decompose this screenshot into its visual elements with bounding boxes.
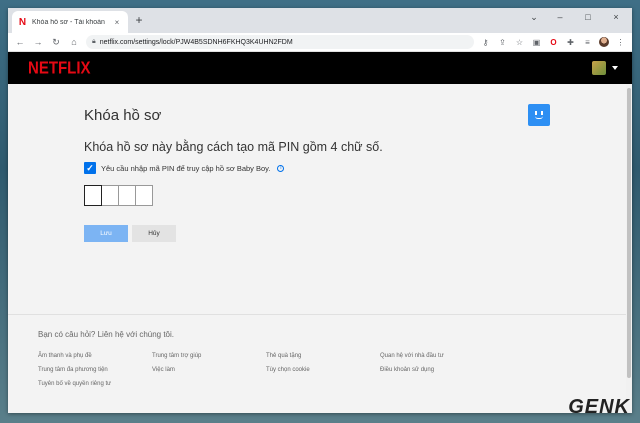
key-icon[interactable]: ⚷ xyxy=(480,38,491,47)
share-icon[interactable]: ⇪ xyxy=(497,38,508,47)
cancel-button[interactable]: Hủy xyxy=(132,225,176,242)
contact-question[interactable]: Bạn có câu hỏi? Liên hệ với chúng tôi. xyxy=(38,330,174,339)
profile-avatar[interactable] xyxy=(592,61,606,75)
netflix-favicon-icon: N xyxy=(18,16,27,28)
save-button[interactable]: Lưu xyxy=(84,225,128,242)
profile-smiley-icon xyxy=(528,104,550,126)
home-icon[interactable]: ⌂ xyxy=(68,37,80,47)
reading-list-icon[interactable]: ≡ xyxy=(582,38,593,47)
tab-strip: N Khóa hồ sơ - Tài khoản - Netflix × + ⌄… xyxy=(8,8,632,33)
footer-link-audio-subtitles[interactable]: Âm thanh và phụ đề xyxy=(38,353,152,359)
profile-lock-panel: Khóa hồ sơ Khóa hồ sơ này bằng cách tạo … xyxy=(8,84,632,314)
opera-extension-icon[interactable]: O xyxy=(548,38,559,47)
maximize-button[interactable]: □ xyxy=(576,12,600,22)
footer-link-terms-of-use[interactable]: Điều khoản sử dụng xyxy=(380,367,494,373)
footer-links: Âm thanh và phụ đề Trung tâm trợ giúp Th… xyxy=(38,353,538,387)
action-buttons: Lưu Hủy xyxy=(84,225,176,242)
forward-arrow-icon[interactable]: → xyxy=(32,37,44,47)
smiley-eye xyxy=(535,111,537,115)
back-arrow-icon[interactable]: ← xyxy=(14,37,26,47)
caret-down-icon[interactable] xyxy=(612,66,618,70)
footer-link-jobs[interactable]: Việc làm xyxy=(152,367,266,373)
lock-description: Khóa hồ sơ này bằng cách tạo mã PIN gồm … xyxy=(84,140,383,154)
puzzle-extensions-icon[interactable]: ✚ xyxy=(565,38,576,47)
lock-icon[interactable]: 🔒︎ xyxy=(92,38,96,46)
footer-link-help-center[interactable]: Trung tâm trợ giúp xyxy=(152,353,266,359)
reload-icon[interactable]: ↻ xyxy=(50,37,62,48)
footer-link-cookie-preferences[interactable]: Tùy chọn cookie xyxy=(266,367,380,373)
genk-watermark: GENK xyxy=(568,396,630,418)
pin-digit-3[interactable] xyxy=(118,185,136,206)
require-pin-checkbox[interactable]: ✓ xyxy=(84,162,96,174)
extension-icon[interactable]: ▣ xyxy=(531,38,542,47)
scrollbar-thumb[interactable] xyxy=(627,88,631,378)
close-window-button[interactable]: × xyxy=(604,12,628,22)
require-pin-row: ✓ Yêu cầu nhập mã PIN để truy cập hồ sơ … xyxy=(84,162,285,174)
tab-netflix[interactable]: N Khóa hồ sơ - Tài khoản - Netflix × xyxy=(12,11,128,33)
pin-input-group xyxy=(84,185,153,206)
netflix-logo[interactable]: NETFLIX xyxy=(28,58,91,78)
info-icon[interactable]: i xyxy=(277,164,285,172)
netflix-header: NETFLIX xyxy=(8,52,632,84)
footer-link-media-center[interactable]: Trung tâm đa phương tiện xyxy=(38,367,152,373)
footer-link-gift-cards[interactable]: Thẻ quà tặng xyxy=(266,353,380,359)
url-text[interactable]: netflix.com/settings/lock/PJW4B5SDNH6FKH… xyxy=(100,39,468,46)
browser-toolbar: ← → ↻ ⌂ 🔒︎ netflix.com/settings/lock/PJW… xyxy=(8,33,632,52)
smiley-mouth xyxy=(535,116,543,119)
profile-menu[interactable] xyxy=(592,61,618,75)
site-footer: Bạn có câu hỏi? Liên hệ với chúng tôi. Â… xyxy=(8,314,632,413)
tab-close-icon[interactable]: × xyxy=(112,18,122,27)
address-bar[interactable]: 🔒︎ netflix.com/settings/lock/PJW4B5SDNH6… xyxy=(86,35,474,49)
menu-kebab-icon[interactable]: ⋮ xyxy=(615,38,626,47)
page-title: Khóa hồ sơ xyxy=(84,107,162,124)
browser-profile-avatar[interactable] xyxy=(599,37,609,47)
require-pin-label[interactable]: Yêu cầu nhập mã PIN để truy cập hồ sơ Ba… xyxy=(101,164,270,173)
bookmark-star-icon[interactable]: ☆ xyxy=(514,38,525,47)
smiley-eye xyxy=(541,111,543,115)
new-tab-button[interactable]: + xyxy=(132,14,146,28)
tab-title: Khóa hồ sơ - Tài khoản - Netflix xyxy=(32,18,107,26)
footer-link-privacy[interactable]: Tuyên bố về quyền riêng tư xyxy=(38,381,152,387)
pin-digit-4[interactable] xyxy=(135,185,153,206)
minimize-button[interactable]: – xyxy=(548,12,572,22)
tab-search-icon[interactable]: ⌄ xyxy=(522,12,546,23)
pin-digit-1[interactable] xyxy=(84,185,102,206)
pin-digit-2[interactable] xyxy=(101,185,119,206)
browser-window: N Khóa hồ sơ - Tài khoản - Netflix × + ⌄… xyxy=(8,8,632,413)
footer-link-investor-relations[interactable]: Quan hệ với nhà đầu tư xyxy=(380,353,494,359)
page-scrollbar[interactable] xyxy=(626,84,632,413)
